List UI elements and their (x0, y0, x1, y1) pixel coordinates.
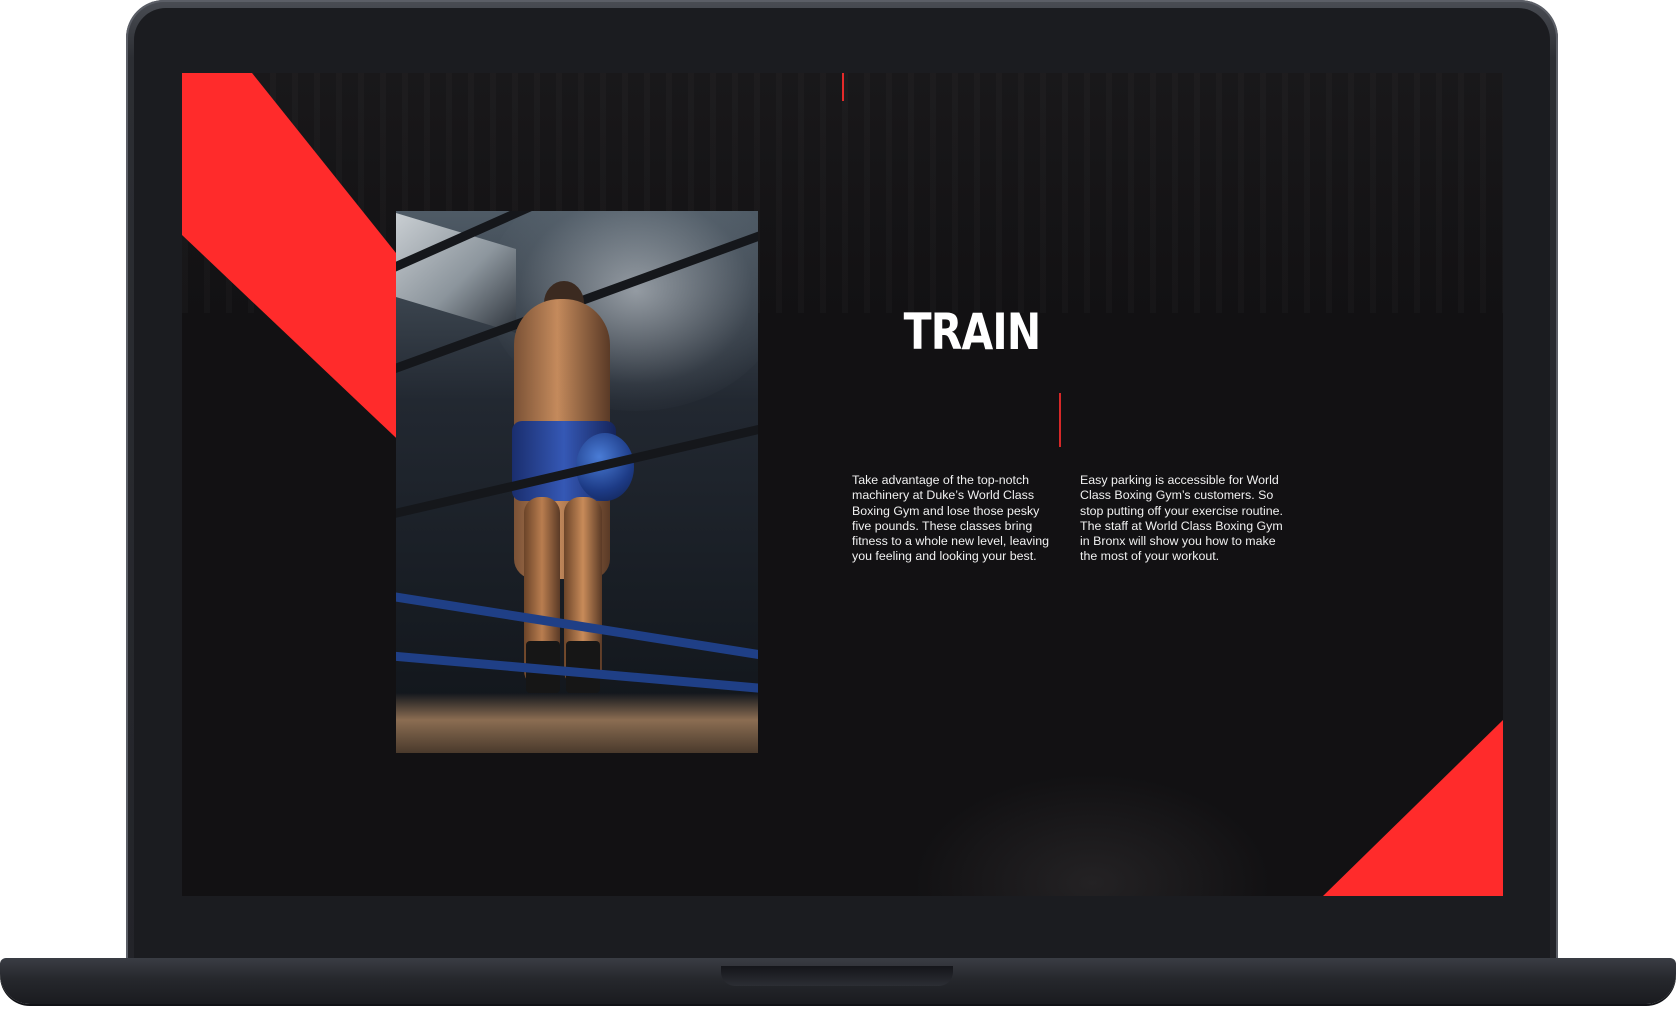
laptop-hinge-notch (721, 966, 953, 986)
laptop-screen: TRAIN Take advantage of the top-notch ma… (182, 73, 1503, 896)
title-divider (1059, 393, 1061, 447)
photo-banner (396, 213, 516, 333)
top-accent-line (842, 73, 844, 101)
background-glow (912, 773, 1272, 896)
boxer-photo (396, 211, 758, 753)
description-column-right: Easy parking is accessible for World Cla… (1080, 473, 1283, 564)
red-corner-triangle-right (1323, 720, 1503, 896)
ring-floor (396, 693, 758, 753)
laptop-mockup: TRAIN Take advantage of the top-notch ma… (0, 0, 1676, 1012)
section-title: TRAIN (903, 303, 1042, 361)
description-column-left: Take advantage of the top-notch machiner… (852, 473, 1049, 564)
